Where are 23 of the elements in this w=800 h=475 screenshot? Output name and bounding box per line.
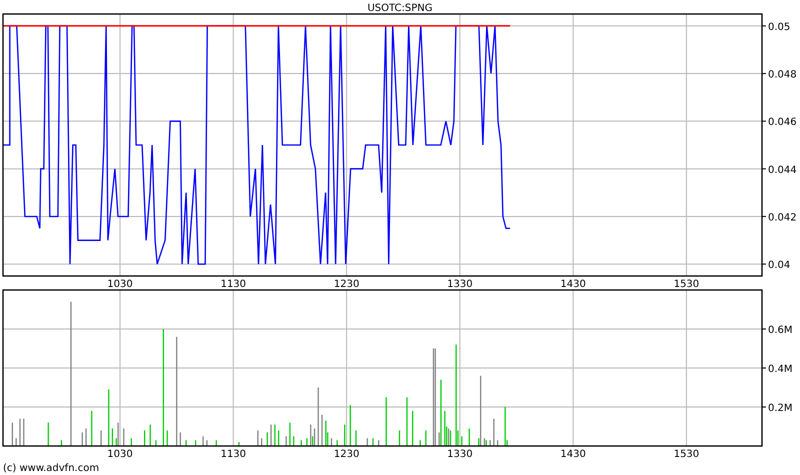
x-axis-label: 1130 [220, 449, 246, 460]
x-axis-label: 1330 [447, 279, 473, 290]
x-axis-label: 1030 [107, 279, 133, 290]
y-axis-label: 0.4M [768, 364, 793, 375]
y-axis-label: 0.048 [768, 70, 797, 81]
y-axis-label: 0.04 [768, 260, 790, 272]
x-axis-label: 1330 [447, 449, 473, 460]
x-axis-label: 1230 [334, 449, 360, 460]
y-axis-label: 0.044 [768, 164, 797, 176]
x-axis-label: 1030 [107, 449, 133, 460]
y-axis-label: 0.6M [768, 325, 793, 336]
y-axis-label: 0.046 [768, 117, 797, 128]
x-axis-label: 1530 [674, 279, 700, 290]
x-axis-label: 1230 [334, 279, 360, 290]
x-axis-label: 1130 [220, 279, 246, 290]
chart-title: USOTC:SPNG [367, 3, 433, 14]
x-axis-label: 1530 [674, 449, 700, 460]
y-axis-label: 0.042 [768, 212, 797, 224]
copyright-text: (c) www.advfn.com [3, 463, 100, 474]
y-axis-label: 0.05 [768, 22, 790, 33]
x-axis-label: 1430 [560, 279, 586, 290]
y-axis-label: 0.2M [768, 403, 793, 414]
x-axis-label: 1430 [560, 449, 586, 460]
